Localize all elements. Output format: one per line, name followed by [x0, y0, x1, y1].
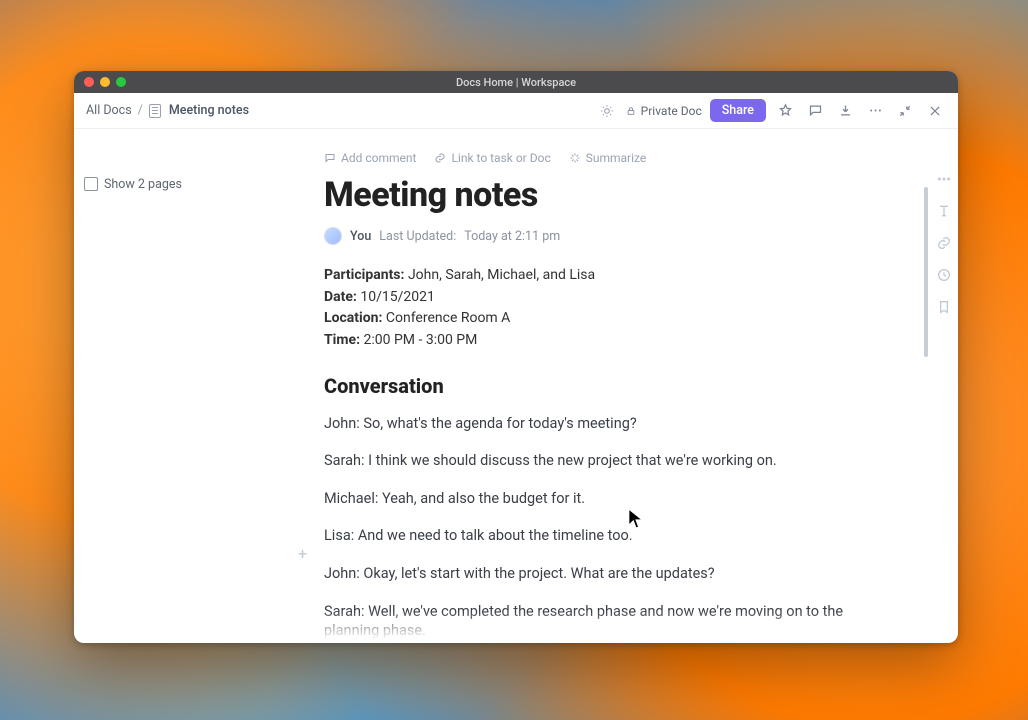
left-sidebar: Show 2 pages	[74, 129, 234, 643]
window-minimize-button[interactable]	[100, 77, 110, 87]
conversation-line[interactable]: John: So, what's the agenda for today's …	[324, 414, 884, 434]
add-comment-action[interactable]: Add comment	[324, 151, 416, 165]
byline: You Last Updated: Today at 2:11 pm	[324, 227, 884, 245]
privacy-toggle[interactable]: Private Doc	[626, 104, 702, 118]
rail-bookmark-icon[interactable]	[936, 299, 952, 315]
last-updated-value: Today at 2:11 pm	[464, 229, 560, 244]
conversation-line[interactable]: Michael: Yeah, and also the budget for i…	[324, 489, 884, 509]
page-icon	[149, 104, 161, 118]
conversation-line[interactable]: Lisa: And we need to talk about the time…	[324, 526, 884, 546]
right-rail	[930, 129, 958, 643]
share-button[interactable]: Share	[710, 99, 766, 122]
toolbar: All Docs / Meeting notes Private Doc Sha…	[74, 93, 958, 129]
download-icon[interactable]	[834, 100, 856, 122]
collapse-icon[interactable]	[894, 100, 916, 122]
quick-actions: Add comment Link to task or Doc Summariz…	[324, 151, 884, 165]
link-icon	[434, 152, 446, 164]
section-heading-conversation[interactable]: Conversation	[324, 374, 884, 398]
rail-more-icon[interactable]	[936, 171, 952, 187]
comment-bubble-icon	[324, 152, 336, 164]
breadcrumb-root[interactable]: All Docs	[86, 103, 132, 118]
location-label: Location:	[324, 310, 382, 326]
window-titlebar: Docs Home | Workspace	[74, 71, 958, 93]
rail-clock-icon[interactable]	[936, 267, 952, 283]
lock-icon	[626, 106, 636, 116]
last-updated-label: Last Updated:	[379, 229, 456, 244]
show-pages-toggle[interactable]: Show 2 pages	[86, 177, 224, 192]
desktop-background: Docs Home | Workspace All Docs / Meeting…	[0, 0, 1028, 720]
time-value: 2:00 PM - 3:00 PM	[364, 332, 478, 348]
date-value: 10/15/2021	[360, 289, 435, 305]
breadcrumb-separator: /	[138, 103, 143, 118]
author-avatar[interactable]	[324, 227, 342, 245]
sparkle-icon	[569, 152, 581, 164]
document-body: Show 2 pages Add comment Link to task or…	[74, 129, 958, 643]
breadcrumb: All Docs / Meeting notes	[86, 103, 249, 118]
conversation-line[interactable]: Sarah: I think we should discuss the new…	[324, 451, 884, 471]
more-icon[interactable]	[864, 100, 886, 122]
breadcrumb-current[interactable]: Meeting notes	[169, 103, 249, 118]
time-label: Time:	[324, 332, 360, 348]
star-icon[interactable]	[774, 100, 796, 122]
participants-value: John, Sarah, Michael, and Lisa	[408, 267, 595, 283]
link-task-action[interactable]: Link to task or Doc	[434, 151, 550, 165]
document-title[interactable]: Meeting notes	[324, 175, 884, 215]
app-window: Docs Home | Workspace All Docs / Meeting…	[74, 71, 958, 643]
insert-block-button[interactable]: +	[298, 546, 307, 562]
conversation-line[interactable]: John: Okay, let's start with the project…	[324, 564, 884, 584]
window-zoom-button[interactable]	[116, 77, 126, 87]
rail-link-icon[interactable]	[936, 235, 952, 251]
location-value: Conference Room A	[386, 310, 510, 326]
date-label: Date:	[324, 289, 357, 305]
document-content[interactable]: Add comment Link to task or Doc Summariz…	[234, 129, 930, 643]
privacy-label: Private Doc	[641, 104, 702, 118]
author-name: You	[350, 229, 371, 244]
window-title: Docs Home | Workspace	[74, 76, 958, 89]
close-icon[interactable]	[924, 100, 946, 122]
participants-label: Participants:	[324, 267, 404, 283]
sun-icon[interactable]	[596, 100, 618, 122]
summarize-action[interactable]: Summarize	[569, 151, 647, 165]
pages-icon	[86, 179, 98, 191]
window-controls	[84, 77, 126, 87]
window-close-button[interactable]	[84, 77, 94, 87]
rail-type-icon[interactable]	[936, 203, 952, 219]
show-pages-label: Show 2 pages	[104, 177, 182, 192]
comment-icon[interactable]	[804, 100, 826, 122]
scrollbar-thumb[interactable]	[924, 187, 928, 357]
meeting-metadata[interactable]: Participants: John, Sarah, Michael, and …	[324, 265, 884, 352]
conversation-line[interactable]: Sarah: Well, we've completed the researc…	[324, 602, 884, 641]
